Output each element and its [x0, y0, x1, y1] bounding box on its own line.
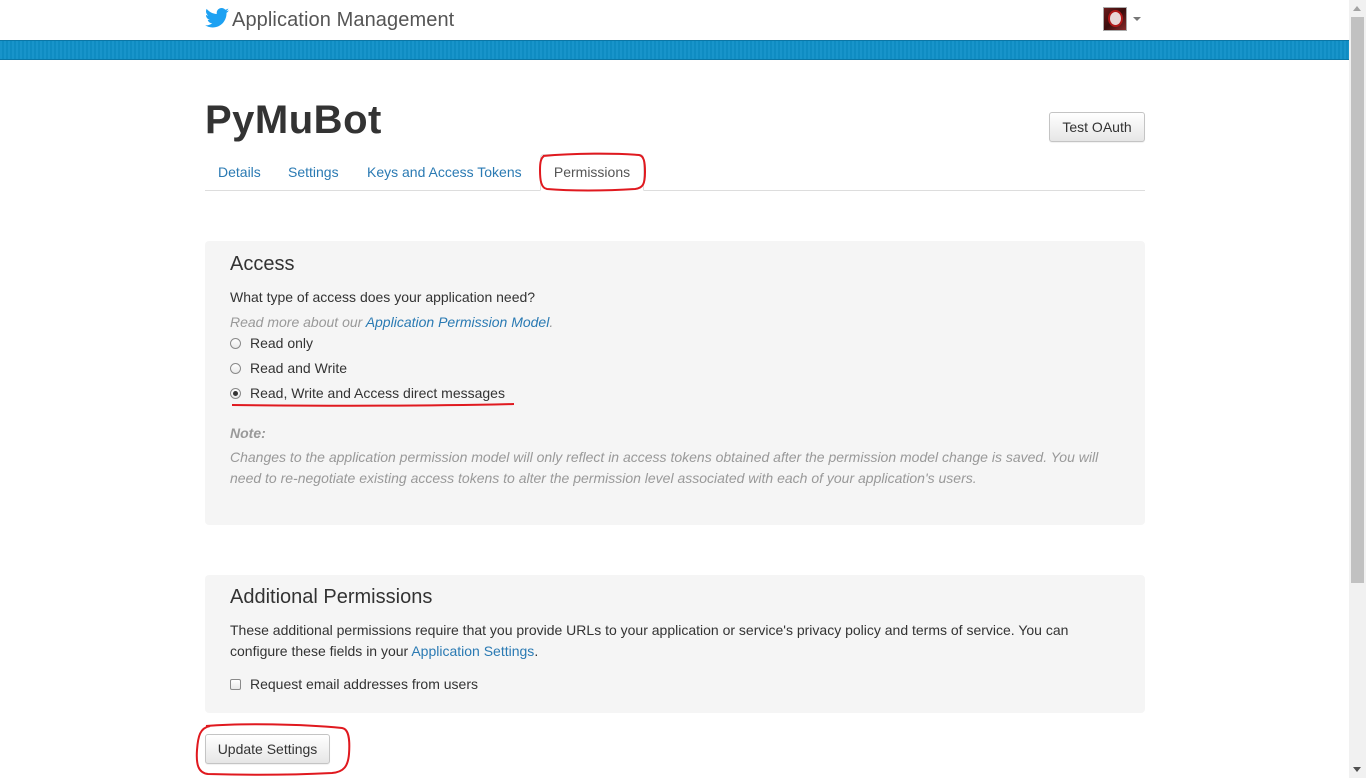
radio-read-write-dm[interactable] [230, 387, 241, 399]
tab-keys-and-access-tokens[interactable]: Keys and Access Tokens [367, 154, 522, 190]
test-oauth-button[interactable]: Test OAuth [1049, 112, 1145, 142]
read-more-prefix: Read more about our [230, 314, 366, 330]
radio-read-write-row[interactable]: Read and Write [230, 360, 347, 376]
radio-read-write-label[interactable]: Read and Write [250, 360, 347, 376]
additional-description-prefix: These additional permissions require tha… [230, 622, 1069, 659]
tab-details[interactable]: Details [218, 154, 261, 190]
chevron-down-icon[interactable] [1133, 17, 1141, 21]
note-text: Changes to the application permission mo… [230, 449, 1099, 486]
request-email-checkbox[interactable] [230, 678, 241, 690]
application-settings-link[interactable]: Application Settings [411, 643, 534, 659]
update-settings-button[interactable]: Update Settings [205, 734, 330, 764]
note-label: Note: [230, 425, 266, 441]
top-header: Application Management [0, 0, 1349, 40]
brand[interactable]: Application Management [205, 8, 454, 33]
read-more-suffix: . [549, 314, 554, 330]
access-panel: Access What type of access does your app… [205, 241, 1145, 525]
tab-settings[interactable]: Settings [288, 154, 339, 190]
twitter-bird-icon [205, 8, 229, 33]
app-management-title: Application Management [232, 9, 455, 31]
radio-read-write-dm-label[interactable]: Read, Write and Access direct messages [250, 385, 505, 401]
tab-permissions[interactable]: Permissions [540, 154, 644, 191]
radio-read-only-row[interactable]: Read only [230, 335, 313, 351]
additional-description-suffix: . [534, 643, 539, 659]
additional-permissions-panel: Additional Permissions These additional … [205, 575, 1145, 713]
header-accent-bar [0, 40, 1349, 60]
additional-permissions-heading: Additional Permissions [230, 586, 433, 608]
app-tabs: Details Settings Keys and Access Tokens … [205, 154, 1145, 191]
page-scrollbar[interactable] [1349, 0, 1366, 778]
radio-read-write-dm-row[interactable]: Read, Write and Access direct messages [230, 385, 505, 401]
request-email-label[interactable]: Request email addresses from users [250, 676, 478, 692]
radio-read-only[interactable] [230, 337, 241, 349]
additional-permissions-description: These additional permissions require tha… [230, 620, 1120, 662]
scroll-down-arrow-icon[interactable] [1353, 767, 1361, 772]
page-title: PyMuBot [205, 98, 382, 142]
avatar[interactable] [1103, 7, 1127, 31]
access-heading: Access [230, 253, 295, 275]
access-question: What type of access does your applicatio… [230, 289, 536, 305]
permission-model-link[interactable]: Application Permission Model [366, 314, 550, 330]
read-more-text: Read more about our Application Permissi… [230, 314, 553, 330]
scroll-thumb[interactable] [1351, 17, 1364, 583]
radio-read-only-label[interactable]: Read only [250, 335, 313, 351]
email-checkbox-row[interactable]: Request email addresses from users [230, 676, 478, 692]
scroll-up-arrow-icon[interactable] [1353, 6, 1361, 11]
user-menu[interactable] [1103, 7, 1141, 31]
radio-read-write[interactable] [230, 362, 241, 374]
